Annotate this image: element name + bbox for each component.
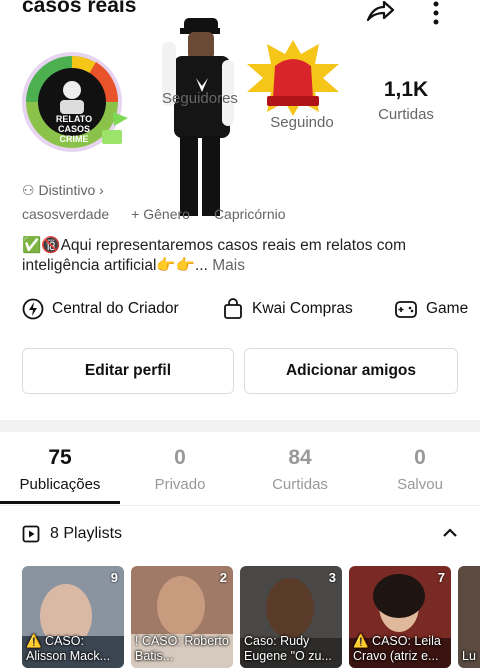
profile-title: casos reais xyxy=(22,0,137,17)
bio: ✅🔞Aqui representaremos casos reais em re… xyxy=(22,236,462,276)
kwai-shop-label: Kwai Compras xyxy=(252,300,353,317)
playlist-card[interactable]: 3 Caso: Rudy Eugene "O zu... xyxy=(240,566,342,668)
playlist-card[interactable]: 2 ! CASO: Roberto Batis... xyxy=(131,566,233,668)
liked-label: Curtidas xyxy=(272,476,328,493)
game-link[interactable]: Game xyxy=(394,298,468,320)
tab-posts[interactable]: 75 Publicações xyxy=(5,446,115,493)
liked-count: 84 xyxy=(288,446,312,469)
stat-followers[interactable]: Seguidores xyxy=(150,86,250,107)
private-count: 0 xyxy=(174,446,186,469)
chevron-up-icon[interactable] xyxy=(442,526,458,540)
stat-following[interactable]: Seguindo xyxy=(252,110,352,131)
playlist-count: 7 xyxy=(437,570,445,585)
add-gender[interactable]: + Gênero xyxy=(131,206,190,222)
playlist-count: 9 xyxy=(110,570,118,585)
kwai-shop-link[interactable]: Kwai Compras xyxy=(222,298,353,320)
avatar-logo-text: RELATO CASOS CRIME xyxy=(55,114,93,144)
gamepad-icon xyxy=(395,301,417,318)
playlist-icon xyxy=(22,525,40,543)
edit-profile-button[interactable]: Editar perfil xyxy=(22,348,234,394)
section-separator xyxy=(0,420,480,432)
add-friends-button[interactable]: Adicionar amigos xyxy=(244,348,458,394)
shopping-bag-icon xyxy=(224,298,242,319)
bio-more-link[interactable]: Mais xyxy=(212,257,245,274)
share-icon[interactable] xyxy=(364,0,396,24)
playlist-caption: ⚠️ CASO: Leila Cravo (atriz e... xyxy=(353,634,441,663)
playlist-card[interactable]: 7 ⚠️ CASO: Leila Cravo (atriz e... xyxy=(349,566,451,668)
followers-label: Seguidores xyxy=(162,90,238,107)
playlist-caption: Caso: Rudy Eugene "O zu... xyxy=(244,634,332,663)
avatar[interactable]: RELATO CASOS CRIME xyxy=(16,52,132,156)
private-label: Privado xyxy=(154,476,206,493)
likes-count: 1,1K xyxy=(383,78,429,101)
username: casosverdade xyxy=(22,206,110,222)
saved-label: Salvou xyxy=(397,476,443,493)
creator-center-label: Central do Criador xyxy=(52,300,179,317)
more-options-icon[interactable] xyxy=(426,0,446,26)
posts-count: 75 xyxy=(48,446,72,469)
chevron-right-icon: › xyxy=(99,182,104,198)
playlist-card[interactable]: 9 ⚠️ CASO: Alisson Mack... xyxy=(22,566,124,668)
sticker-character-image xyxy=(162,18,234,216)
likes-label: Curtidas xyxy=(378,106,434,123)
siren-icon xyxy=(247,40,339,116)
following-label: Seguindo xyxy=(270,114,334,131)
playlist-caption: ! CASO: Roberto Batis... xyxy=(135,634,229,663)
saved-count: 0 xyxy=(414,446,426,469)
profile-meta: casosverdade + Gênero Capricórnio xyxy=(22,206,286,222)
tab-likes[interactable]: 84 Curtidas xyxy=(245,446,355,493)
posts-label: Publicações xyxy=(19,476,101,493)
playlist-caption: ⚠️ CASO: Alisson Mack... xyxy=(26,634,111,663)
bolt-icon xyxy=(22,298,44,320)
game-label: Game xyxy=(426,300,469,317)
stat-likes[interactable]: 1,1K Curtidas xyxy=(356,78,456,123)
badge-label: Distintivo xyxy=(38,182,96,198)
playlist-count: 2 xyxy=(219,570,227,585)
zodiac-sign: Capricórnio xyxy=(213,206,286,222)
badge-link[interactable]: ⚇ Distintivo › xyxy=(22,182,104,199)
playlist-caption: Lu xyxy=(462,649,476,663)
playlists-header[interactable]: 8 Playlists xyxy=(22,525,122,543)
creator-center-link[interactable]: Central do Criador xyxy=(22,298,179,320)
tab-saved[interactable]: 0 Salvou xyxy=(365,446,475,493)
playlist-count: 3 xyxy=(328,570,336,585)
active-tab-indicator xyxy=(0,501,120,504)
tab-private[interactable]: 0 Privado xyxy=(125,446,235,493)
tabs-divider xyxy=(0,505,480,506)
playlist-card[interactable]: Lu xyxy=(458,566,480,668)
badge-icon: ⚇ xyxy=(22,182,35,198)
playlists-label: 8 Playlists xyxy=(50,525,123,542)
